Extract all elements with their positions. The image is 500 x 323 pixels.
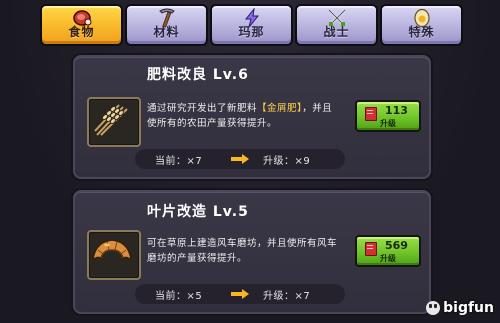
desc-text: 可在草原上建造风车磨坊，并且使所有风车磨坊的产量获得提升。 (147, 238, 338, 264)
tab-mana[interactable]: 玛那 (210, 4, 293, 46)
pickaxe-icon (158, 8, 175, 28)
meat-icon (72, 10, 91, 26)
desc-highlight: 【金屑肥】 (257, 103, 303, 114)
tab-materials[interactable]: 材料 (125, 4, 208, 46)
crossed-swords-icon (327, 8, 346, 26)
upgrade-button[interactable]: 569 升级 (355, 235, 421, 267)
current-value: 当前：×5 (155, 291, 203, 302)
bigfun-watermark: bigfun (426, 299, 494, 317)
desc-text: 通过研究开发出了新肥料 (147, 103, 258, 114)
card-title: 肥料改良 Lv.6 (147, 67, 249, 83)
category-tabs: 食物 材料 玛那 战士 特殊 (40, 4, 464, 48)
upgrade-cost: 569 (385, 239, 408, 252)
upgrade-button[interactable]: 113 升级 (355, 100, 421, 132)
next-value: 升级：×7 (263, 291, 311, 302)
wheat-icon (94, 104, 128, 136)
egg-icon (413, 8, 430, 28)
arrow-right-icon (231, 154, 249, 164)
stat-bar: 当前：×5 升级：×7 (135, 284, 345, 304)
next-value: 升级：×9 (263, 156, 311, 167)
tab-food[interactable]: 食物 (40, 4, 123, 46)
watermark-text: bigfun (443, 300, 494, 316)
upgrade-card: 叶片改造 Lv.5 可在草原上建造风车磨坊，并且使所有风车磨坊的产量获得提升。 … (73, 190, 431, 314)
card-description: 通过研究开发出了新肥料【金屑肥】，并且使所有的农田产量获得提升。 (147, 101, 337, 131)
item-frame (87, 230, 141, 280)
tab-warrior[interactable]: 战士 (295, 4, 378, 46)
lightning-icon (244, 8, 259, 28)
upgrade-label: 升级 (380, 254, 396, 263)
card-title: 叶片改造 Lv.5 (147, 204, 249, 220)
stat-bar: 当前：×7 升级：×9 (135, 149, 345, 169)
tab-special[interactable]: 特殊 (380, 4, 463, 46)
upgrade-label: 升级 (380, 119, 396, 128)
arrow-right-icon (231, 289, 249, 299)
upgrade-cost: 113 (385, 104, 408, 117)
current-value: 当前：×7 (155, 156, 203, 167)
card-description: 可在草原上建造风车磨坊，并且使所有风车磨坊的产量获得提升。 (147, 236, 337, 266)
upgrade-card: 肥料改良 Lv.6 通过研究开发出了新肥料【金屑肥】，并且使所有的农田产量获得提… (73, 55, 431, 179)
croissant-icon (92, 239, 132, 263)
bigfun-logo-icon (426, 301, 441, 315)
item-frame (87, 97, 141, 147)
